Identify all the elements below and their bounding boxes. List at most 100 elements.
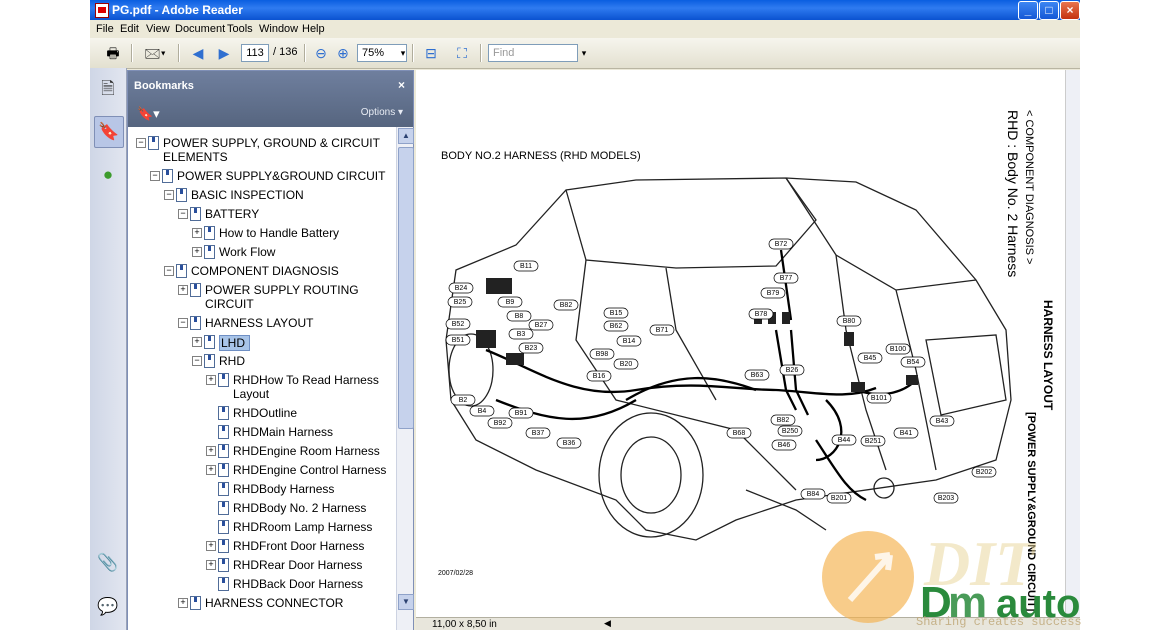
diagram-title: BODY NO.2 HARNESS (RHD MODELS): [441, 150, 641, 162]
bookmark-label: RHDMain Harness: [233, 425, 334, 439]
bookmarks-close-button[interactable]: ×: [398, 78, 405, 92]
attach-icon[interactable]: 🖂▾: [140, 43, 170, 63]
maximize-button[interactable]: □: [1039, 1, 1059, 20]
connector-label: B100: [890, 346, 906, 353]
expand-icon[interactable]: +: [192, 337, 202, 347]
fit-width-icon[interactable]: ⛶: [452, 43, 472, 63]
zoom-dropdown-icon[interactable]: ▾: [393, 43, 413, 63]
bookmark-icon: [218, 577, 229, 591]
collapse-icon[interactable]: −: [164, 190, 174, 200]
connector-label: B43: [936, 418, 949, 425]
find-dropdown-icon[interactable]: ▾: [574, 43, 594, 63]
print-icon[interactable]: 🖶: [103, 43, 123, 63]
bookmarks-scrollbar[interactable]: ▲ ▼: [396, 127, 414, 630]
bookmarks-tree: − POWER SUPPLY, GROUND & CIRCUIT ELEMENTS −…: [128, 127, 396, 630]
expand-icon[interactable]: +: [178, 598, 188, 608]
bookmark-icon: [218, 373, 229, 387]
minimize-button[interactable]: _: [1018, 1, 1038, 20]
connector-label: B23: [525, 345, 538, 352]
menu-tools[interactable]: Tools: [227, 23, 253, 35]
bookmark-icon: [190, 283, 201, 297]
menu-document[interactable]: Document: [175, 23, 225, 35]
help-icon[interactable]: ●: [94, 160, 122, 190]
previous-page-icon[interactable]: ◀: [188, 43, 208, 63]
collapse-icon[interactable]: −: [136, 138, 146, 148]
collapse-icon[interactable]: −: [178, 318, 188, 328]
connector-label: B9: [506, 299, 515, 306]
connector-label: B62: [610, 323, 623, 330]
page-number-input[interactable]: 113: [241, 44, 269, 62]
connector-label: B101: [871, 395, 887, 402]
expand-icon[interactable]: +: [206, 465, 216, 475]
fit-page-icon[interactable]: ⊟: [421, 43, 441, 63]
attachments-icon[interactable]: 📎: [94, 548, 122, 578]
zoom-out-icon[interactable]: ⊖: [311, 43, 331, 63]
scroll-up-arrow[interactable]: ▲: [398, 128, 414, 144]
bookmark-icon: [218, 425, 229, 439]
bookmark-label: HARNESS CONNECTOR: [205, 596, 344, 610]
expand-icon[interactable]: +: [206, 446, 216, 456]
bookmark-label: POWER SUPPLY, GROUND & CIRCUIT ELEMENTS: [163, 136, 380, 164]
bookmark-icon: [190, 316, 201, 330]
bookmark-label: POWER SUPPLY ROUTING CIRCUIT: [205, 283, 359, 311]
watermark-tagline: Sharing creates success: [916, 615, 1082, 629]
pdf-icon: [95, 3, 109, 18]
menu-edit[interactable]: Edit: [120, 23, 139, 35]
connector-label: B77: [780, 275, 793, 282]
bookmark-icon: [218, 501, 229, 515]
connector-label: B82: [777, 417, 790, 424]
bookmarks-icon[interactable]: 🔖: [94, 116, 124, 148]
bookmark-label: BASIC INSPECTION: [191, 188, 304, 202]
menu-help[interactable]: Help: [302, 23, 325, 35]
menu-window[interactable]: Window: [259, 23, 298, 35]
next-page-icon[interactable]: ▶: [214, 43, 234, 63]
connector-label: B24: [455, 285, 468, 292]
bookmark-icon: [218, 444, 229, 458]
expand-icon[interactable]: +: [192, 247, 202, 257]
bookmark-label: RHDHow To Read Harness Layout: [233, 373, 379, 401]
connector-label: B36: [563, 440, 576, 447]
bookmark-label: RHDRoom Lamp Harness: [233, 520, 373, 534]
scroll-left-arrow[interactable]: ◀: [604, 618, 611, 629]
connector-label: B11: [520, 263, 532, 270]
new-bookmark-icon[interactable]: 🔖▾: [137, 106, 160, 122]
connector-label: B37: [532, 430, 545, 437]
bookmarks-options-button[interactable]: Options ▾: [361, 107, 403, 118]
connector-label: B52: [452, 321, 465, 328]
collapse-icon[interactable]: −: [164, 266, 174, 276]
connector-label: B203: [938, 495, 954, 502]
collapse-icon[interactable]: −: [192, 356, 202, 366]
expand-icon[interactable]: +: [178, 285, 188, 295]
zoom-in-icon[interactable]: ⊕: [333, 43, 353, 63]
connector-label: B80: [843, 318, 856, 325]
collapse-icon[interactable]: −: [150, 171, 160, 181]
connector-label: B26: [786, 367, 799, 374]
navigation-pane-bar: 🗎 🔖 ● 📎 💬: [90, 68, 127, 630]
connector-label: B92: [494, 420, 507, 427]
comments-icon[interactable]: 💬: [94, 592, 122, 622]
pages-icon[interactable]: 🗎: [94, 74, 122, 104]
connector-label: B201: [831, 495, 847, 502]
bookmark-label: RHDEngine Control Harness: [233, 463, 387, 477]
bookmark-label: BATTERY: [205, 207, 260, 221]
menu-file[interactable]: File: [96, 23, 114, 35]
find-input[interactable]: Find: [488, 44, 578, 62]
scroll-down-arrow[interactable]: ▼: [398, 594, 414, 610]
title-bar: PG.pdf - Adobe Reader _ □ ×: [90, 0, 1080, 20]
connector-label: B2: [459, 397, 468, 404]
connector-label: B72: [775, 241, 788, 248]
bookmark-icon: [148, 136, 159, 150]
close-button[interactable]: ×: [1060, 1, 1080, 20]
bookmark-icon: [218, 482, 229, 496]
expand-icon[interactable]: +: [206, 541, 216, 551]
menu-view[interactable]: View: [146, 23, 170, 35]
connector-label: B15: [610, 310, 623, 317]
scroll-thumb[interactable]: [398, 147, 414, 429]
bookmarks-panel: Bookmarks × 🔖▾ Options ▾ − POWER SUPPLY, …: [127, 70, 414, 630]
bookmark-label: RHD: [219, 354, 245, 368]
connector-label: B98: [596, 351, 609, 358]
expand-icon[interactable]: +: [192, 228, 202, 238]
collapse-icon[interactable]: −: [178, 209, 188, 219]
expand-icon[interactable]: +: [206, 560, 216, 570]
expand-icon[interactable]: +: [206, 375, 216, 385]
